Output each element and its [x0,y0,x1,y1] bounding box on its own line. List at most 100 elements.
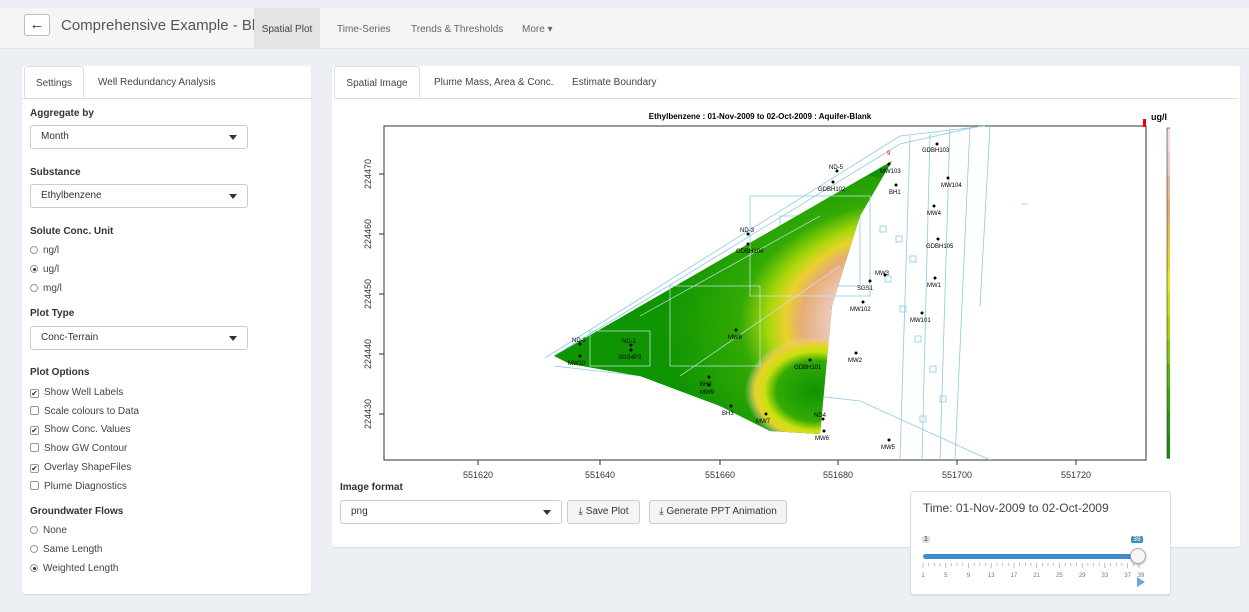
legend-swatch [1167,293,1170,318]
radio-icon[interactable] [30,545,38,553]
plot-option-item[interactable]: ✔ Show Conc. Values [30,423,131,437]
radio-selected-icon[interactable] [30,564,38,572]
well-label: GDBH101 [794,365,822,371]
image-format-select[interactable]: png [340,500,562,524]
back-button[interactable]: ← [24,14,50,36]
plot-option-item[interactable]: Plume Diagnostics [30,480,127,494]
well-label: ND4 [814,413,827,419]
x-tick-label: 551720 [1061,470,1091,480]
x-tick-label: 551700 [942,470,972,480]
slider-track[interactable] [923,554,1139,559]
slider-tick-label: 25 [1056,573,1063,579]
well-marker [946,176,950,180]
well-marker [707,383,711,387]
plot-option-label: Scale colours to Data [44,405,140,417]
well-marker [936,237,940,241]
radio-icon[interactable] [30,246,38,254]
tab-settings[interactable]: Settings [24,66,84,98]
chevron-down-icon [229,194,237,199]
well-label: GDBH102 [818,187,846,193]
gw-option-same-length[interactable]: Same Length [30,543,103,557]
legend-swatch [1167,434,1170,459]
image-format-value: png [351,506,368,517]
nav-trends-thresholds[interactable]: Trends & Thresholds [411,8,503,48]
well-label: MW102 [850,307,871,313]
tab-spatial-image[interactable]: Spatial Image [334,66,420,98]
slider-handle[interactable] [1130,548,1146,564]
save-plot-label: Save Plot [585,506,629,517]
well-label: MW103 [880,169,901,175]
well-marker [854,351,858,355]
chevron-down-icon [229,135,237,140]
plot-type-select[interactable]: Conc-Terrain [30,326,248,350]
plot-option-item[interactable]: ✔ Overlay ShapeFiles [30,461,131,475]
well-marker [808,358,812,362]
radio-selected-icon[interactable] [30,265,38,273]
aggregate-select[interactable]: Month [30,125,248,149]
generate-ppt-button[interactable]: ⤓ Generate PPT Animation [649,500,787,524]
tab-plume-mass[interactable]: Plume Mass, Area & Conc. [434,66,554,98]
y-tick-label: 224450 [363,279,373,309]
well-marker [935,142,939,146]
y-axis: 224470 224460 224450 224440 224430 [363,159,384,429]
main-tabs: Spatial Image Plume Mass, Area & Conc. E… [334,66,1238,99]
gw-option-label: None [43,525,67,536]
legend-swatch [1167,387,1170,412]
well-label: MW9 [700,390,715,396]
x-tick-label: 551660 [705,470,735,480]
gw-option-weighted-length[interactable]: Weighted Length [30,562,118,576]
y-tick-label: 224430 [363,399,373,429]
tab-well-redundancy[interactable]: Well Redundancy Analysis [98,66,216,98]
chevron-down-icon [229,336,237,341]
legend-swatch [1167,410,1170,435]
legend-swatch [1167,128,1170,153]
checkbox-icon[interactable] [30,443,39,453]
plot-option-item[interactable]: Scale colours to Data [30,405,139,419]
plot-option-label: Show GW Contour [44,443,128,455]
well-marker [707,375,711,379]
unit-option-ngl[interactable]: ng/l [30,244,59,258]
slider-min-label: 1 [922,536,930,543]
legend-swatch [1167,175,1170,200]
download-icon: ⤓ [659,506,664,517]
plot-option-item[interactable]: Show GW Contour [30,442,127,456]
gw-option-none[interactable]: None [30,524,67,538]
nav-more-dropdown[interactable]: More ▾ [522,8,553,48]
well-marker [629,348,633,352]
substance-select[interactable]: Ethylbenzene [30,184,248,208]
legend-swatch [1167,363,1170,388]
unit-label: Solute Conc. Unit [30,226,114,237]
well-label: MW5 [881,445,896,451]
checkbox-checked-icon[interactable]: ✔ [30,463,39,473]
radio-icon[interactable] [30,284,38,292]
legend-swatch [1167,198,1170,223]
well-label: MW104 [941,183,962,189]
plot-option-item[interactable]: ✔ Show Well Labels [30,386,123,400]
play-icon[interactable] [1137,577,1145,587]
well-marker [734,328,738,332]
slider-tick-label: 1 [922,573,925,579]
well-marker [822,429,826,433]
unit-option-mgl[interactable]: mg/l [30,282,62,296]
nav-spatial-plot[interactable]: Spatial Plot [254,8,320,48]
x-tick-label: 551640 [585,470,615,480]
checkbox-icon[interactable] [30,480,39,490]
checkbox-checked-icon[interactable]: ✔ [30,426,39,436]
well-label: ND-5 [829,165,844,171]
plot-option-label: Show Conc. Values [44,424,131,436]
legend-swatch [1167,222,1170,247]
slider-tick-label: 13 [988,573,995,579]
nav-time-series[interactable]: Time-Series [337,8,391,48]
unit-option-ugl[interactable]: ug/l [30,263,59,277]
time-label: Time: 01-Nov-2009 to 02-Oct-2009 [923,501,1109,515]
well-label: MW2 [848,358,863,364]
well-marker [729,404,733,408]
checkbox-icon[interactable] [30,405,39,415]
tab-estimate-boundary[interactable]: Estimate Boundary [572,66,657,98]
x-tick-label: 551620 [463,470,493,480]
legend-swatch [1167,151,1170,176]
checkbox-checked-icon[interactable]: ✔ [30,389,39,398]
radio-icon[interactable] [30,526,38,534]
save-plot-button[interactable]: ⤓ Save Plot [567,500,640,524]
well-label: MW7 [756,419,771,425]
